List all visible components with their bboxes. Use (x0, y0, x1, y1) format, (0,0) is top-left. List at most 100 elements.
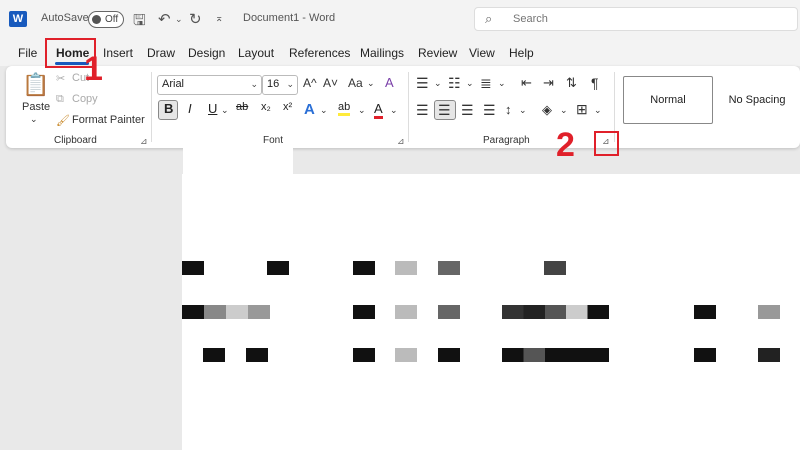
blurred-content (395, 305, 417, 319)
numbering-icon[interactable]: ☷ (448, 75, 461, 92)
save-icon[interactable]: 🖫 (133, 10, 146, 35)
tab-view[interactable]: View (469, 46, 495, 60)
blurred-content (438, 348, 460, 362)
font-family-select[interactable]: Arial ⌄ (157, 75, 262, 95)
style-no-spacing-label: No Spacing (728, 94, 786, 106)
text-effects-dropdown-icon[interactable]: ⌄ (320, 105, 328, 116)
tab-design[interactable]: Design (188, 46, 225, 60)
increase-indent-icon[interactable]: ⇥ (543, 75, 554, 91)
document-title: Document1 - Word (243, 12, 336, 24)
align-right-icon[interactable]: ☰ (461, 102, 474, 119)
title-bar: W AutoSave Off 🖫 ↶ ⌄ ↻ ⌅ Document1 - Wor… (0, 0, 800, 38)
blurred-content (353, 261, 375, 275)
italic-button[interactable]: I (188, 101, 192, 116)
paste-button[interactable]: Paste (22, 101, 50, 113)
ribbon: 📋 Paste ⌄ ✂ Cut ⧉ Copy 🖌 Format Painter … (6, 66, 800, 148)
multilevel-list-icon[interactable]: ≣ (480, 75, 492, 92)
shading-icon[interactable]: ◈ (542, 102, 552, 118)
blurred-content (694, 305, 716, 319)
paste-dropdown-icon[interactable]: ⌄ (30, 114, 38, 125)
blurred-content (694, 348, 716, 362)
blurred-content (502, 305, 609, 319)
search-box[interactable]: ⌕ (474, 7, 798, 31)
tab-file[interactable]: File (18, 46, 37, 60)
bullets-icon[interactable]: ☰ (416, 75, 429, 92)
chevron-down-icon: ⌄ (286, 79, 294, 89)
tab-references[interactable]: References (289, 46, 350, 60)
style-normal[interactable]: Normal (623, 76, 713, 124)
text-effects-button[interactable]: A (304, 101, 315, 118)
font-size-select[interactable]: 16 ⌄ (262, 75, 298, 95)
font-launcher-icon[interactable]: ⊿ (397, 136, 405, 147)
toggle-knob (92, 15, 101, 24)
subscript-button[interactable]: x₂ (261, 101, 271, 113)
sort-icon[interactable]: ⇅ (566, 75, 577, 91)
tab-mailings[interactable]: Mailings (360, 46, 404, 60)
chevron-down-icon: ⌄ (250, 79, 258, 89)
autosave-toggle[interactable]: Off (88, 11, 124, 28)
underline-button[interactable]: U (208, 101, 217, 116)
shrink-font-button[interactable]: A˅ (323, 76, 338, 90)
align-center-icon[interactable]: ☰ (438, 102, 451, 119)
line-spacing-dropdown-icon[interactable]: ⌄ (519, 105, 527, 116)
paste-icon[interactable]: 📋 (22, 72, 49, 98)
underline-dropdown-icon[interactable]: ⌄ (221, 105, 229, 116)
paragraph-group-label: Paragraph (483, 135, 530, 146)
document-page[interactable] (182, 174, 800, 450)
customize-toolbar-icon[interactable]: ⌅ (215, 13, 223, 24)
cut-icon[interactable]: ✂ (56, 72, 65, 85)
highlight-button[interactable]: ab (338, 101, 351, 116)
borders-icon[interactable]: ⊞ (576, 101, 588, 118)
grow-font-button[interactable]: A^ (303, 76, 317, 90)
format-painter-button[interactable]: Format Painter (72, 114, 145, 126)
search-icon: ⌕ (485, 11, 493, 26)
font-color-dropdown-icon[interactable]: ⌄ (390, 105, 398, 116)
justify-icon[interactable]: ☰ (483, 102, 496, 119)
paragraph-launcher-highlight (594, 131, 619, 156)
tab-review[interactable]: Review (418, 46, 457, 60)
undo-dropdown-icon[interactable]: ⌄ (175, 14, 183, 25)
show-formatting-marks-icon[interactable]: ¶ (591, 75, 599, 91)
blurred-content (267, 261, 289, 275)
blurred-content (203, 348, 225, 362)
blurred-content (246, 348, 268, 362)
tab-layout[interactable]: Layout (238, 46, 274, 60)
strikethrough-button[interactable]: ab (236, 101, 248, 113)
borders-dropdown-icon[interactable]: ⌄ (594, 105, 602, 116)
font-color-button[interactable]: A (374, 101, 383, 119)
tab-draw[interactable]: Draw (147, 46, 175, 60)
tab-help[interactable]: Help (509, 46, 534, 60)
change-case-dropdown-icon[interactable]: ⌄ (367, 78, 375, 89)
highlight-dropdown-icon[interactable]: ⌄ (358, 105, 366, 116)
change-case-button[interactable]: Aa (348, 76, 363, 90)
font-size-value: 16 (267, 78, 280, 90)
align-left-icon[interactable]: ☰ (416, 102, 429, 119)
clipboard-launcher-icon[interactable]: ⊿ (140, 136, 148, 147)
superscript-button[interactable]: x² (283, 101, 292, 113)
style-no-spacing[interactable]: No Spacing (714, 76, 800, 124)
tab-insert[interactable]: Insert (103, 46, 133, 60)
redo-icon[interactable]: ↻ (189, 10, 202, 28)
group-divider (151, 72, 152, 142)
undo-icon[interactable]: ↶ (158, 10, 171, 28)
bullets-dropdown-icon[interactable]: ⌄ (434, 78, 442, 89)
line-spacing-icon[interactable]: ↕ (505, 102, 512, 117)
format-painter-icon[interactable]: 🖌 (56, 114, 70, 127)
decrease-indent-icon[interactable]: ⇤ (521, 75, 532, 91)
numbering-dropdown-icon[interactable]: ⌄ (466, 78, 474, 89)
bold-button[interactable]: B (164, 101, 173, 116)
blurred-content (438, 261, 460, 275)
copy-button[interactable]: Copy (72, 93, 98, 105)
step-1-label: 1 (84, 50, 103, 88)
multilevel-dropdown-icon[interactable]: ⌄ (498, 78, 506, 89)
font-family-value: Arial (162, 78, 185, 90)
blurred-content (438, 305, 460, 319)
step-2-label: 2 (556, 126, 575, 164)
blurred-content (395, 261, 417, 275)
ribbon-tabs: File Home Insert Draw Design Layout Refe… (0, 38, 800, 66)
blurred-content (182, 305, 270, 319)
copy-icon[interactable]: ⧉ (56, 93, 64, 106)
clear-formatting-button[interactable]: A (385, 75, 394, 90)
shading-dropdown-icon[interactable]: ⌄ (560, 105, 568, 116)
search-input[interactable] (513, 11, 763, 27)
